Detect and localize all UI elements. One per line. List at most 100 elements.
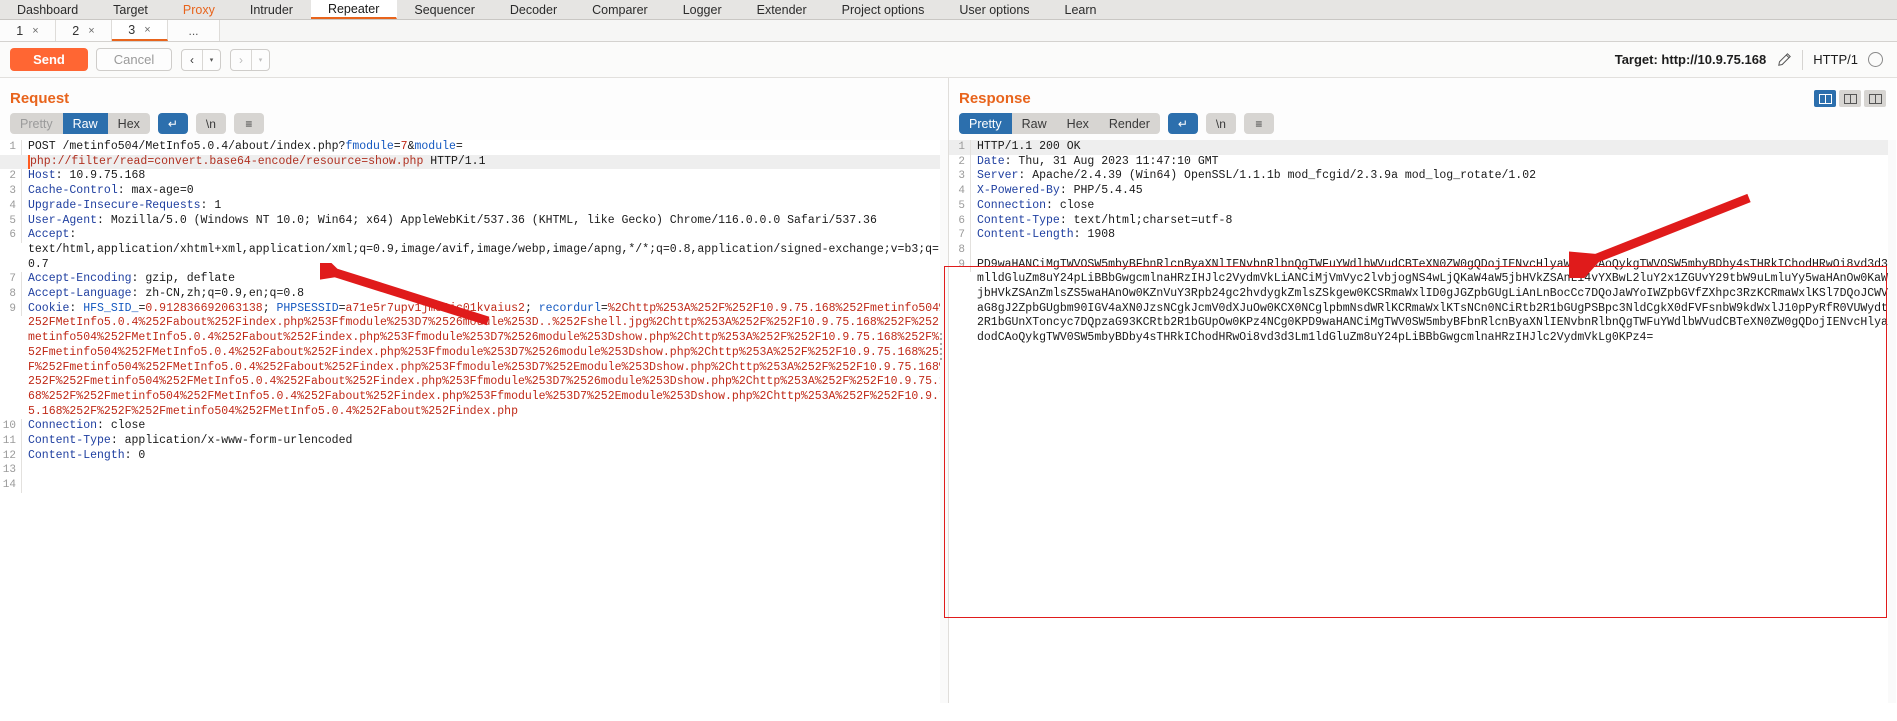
- request-line[interactable]: 12 Content-Length: 0: [0, 448, 948, 464]
- request-line[interactable]: 11 Content-Type: application/x-www-form-u…: [0, 434, 948, 449]
- request-view-tab-hex[interactable]: Hex: [107, 113, 150, 134]
- response-view-tab-hex[interactable]: Hex: [1056, 113, 1099, 134]
- repeater-tab-1[interactable]: 1 ×: [0, 20, 56, 41]
- newline-icon[interactable]: \n: [195, 113, 226, 134]
- request-line[interactable]: 10 Connection: close: [0, 419, 948, 435]
- request-line[interactable]: 9 Cookie: HFS_SID_ = 0.912836692063138; PHP…: [0, 301, 948, 420]
- request-line[interactable]: 5 User-Agent: Mozilla/5.0 (Windows NT 10.…: [0, 213, 948, 229]
- request-view-tab-pretty[interactable]: Pretty: [10, 113, 63, 134]
- response-view-tab-render[interactable]: Render: [1098, 113, 1160, 134]
- code-token: POST /metinfo504/MetInfo5.0.4/about/inde…: [28, 140, 346, 153]
- main-tab-target[interactable]: Target: [96, 0, 166, 19]
- main-tab-decoder[interactable]: Decoder: [493, 0, 575, 19]
- go-back-split-button[interactable]: ‹ ▾: [181, 48, 221, 71]
- response-line[interactable]: 2 Date: Thu, 31 Aug 2023 11:47:10 GMT: [949, 154, 1896, 170]
- repeater-tab-label: 2: [72, 23, 80, 38]
- code-token: PD9waHANCiMgTWVOSW5mbyBFbnRlcnByaXNlIENv…: [977, 257, 1895, 345]
- line-number: 3: [0, 184, 22, 199]
- repeater-tab-overflow-button[interactable]: ...: [168, 20, 220, 41]
- menu-icon[interactable]: ≡: [1243, 113, 1274, 134]
- main-tab-comparer[interactable]: Comparer: [575, 0, 666, 19]
- main-tab-user-options[interactable]: User options: [942, 0, 1047, 19]
- response-line-text: Server: Apache/2.4.39 (Win64) OpenSSL/1.…: [977, 169, 1896, 184]
- response-line[interactable]: 7 Content-Length: 1908: [949, 228, 1896, 243]
- forward-arrow-icon[interactable]: ›: [231, 49, 252, 70]
- repeater-tab-2[interactable]: 2 ×: [56, 20, 112, 41]
- request-line[interactable]: 3 Cache-Control: max-age=0: [0, 184, 948, 199]
- back-arrow-icon[interactable]: ‹: [182, 49, 203, 70]
- main-tab-label: Proxy: [182, 2, 215, 17]
- close-icon[interactable]: ×: [88, 25, 94, 37]
- pencil-icon[interactable]: [1776, 52, 1792, 68]
- close-icon[interactable]: ×: [144, 24, 150, 36]
- go-forward-split-button[interactable]: › ▾: [230, 48, 270, 71]
- word-wrap-icon[interactable]: ↵: [1167, 113, 1198, 134]
- main-tab-logger[interactable]: Logger: [666, 0, 740, 19]
- main-tab-extender[interactable]: Extender: [740, 0, 825, 19]
- response-editor[interactable]: 1 HTTP/1.1 200 OK 2 Date: Thu, 31 Aug 2023 …: [949, 140, 1896, 703]
- response-view-tab-raw[interactable]: Raw: [1011, 113, 1057, 134]
- request-line[interactable]: 14: [0, 478, 948, 493]
- response-line[interactable]: 9 PD9waHANCiMgTWVOSW5mbyBFbnRlcnByaXNlIEN…: [949, 257, 1896, 346]
- send-button[interactable]: Send: [10, 48, 88, 71]
- response-scrollbar[interactable]: [1888, 140, 1896, 703]
- newline-icon[interactable]: \n: [1205, 113, 1236, 134]
- main-tab-sequencer[interactable]: Sequencer: [397, 0, 492, 19]
- cancel-button[interactable]: Cancel: [96, 48, 172, 71]
- response-view-tab-pretty[interactable]: Pretty: [959, 113, 1012, 134]
- repeater-tab-3[interactable]: 3 ×: [112, 20, 168, 41]
- close-icon[interactable]: ×: [32, 25, 38, 37]
- request-line[interactable]: 8 Accept-Language: zh-CN,zh;q=0.9,en;q=0.…: [0, 287, 948, 302]
- request-line[interactable]: 1 POST /metinfo504/MetInfo5.0.4/about/ind…: [0, 140, 948, 155]
- repeater-tab-label: 1: [16, 23, 24, 38]
- request-line[interactable]: 13: [0, 463, 948, 479]
- split-horizontal-view-button[interactable]: [1839, 90, 1861, 107]
- request-line-text: Cache-Control: max-age=0: [28, 184, 948, 199]
- line-number: 1: [0, 140, 22, 155]
- main-tab-repeater[interactable]: Repeater: [310, 0, 398, 19]
- response-pane: Response Pretty Raw Hex Render ↵ \n ≡ 1 HTTP/1…: [940, 78, 1896, 703]
- request-line-text: Accept-Language: zh-CN,zh;q=0.9,en;q=0.8: [28, 287, 948, 302]
- request-line[interactable]: 7 Accept-Encoding: gzip, deflate: [0, 272, 948, 288]
- request-scrollbar[interactable]: [940, 140, 948, 703]
- request-line[interactable]: 6 Accept: text/html,application/xhtml+xml…: [0, 228, 948, 272]
- response-line[interactable]: 3 Server: Apache/2.4.39 (Win64) OpenSSL/1…: [949, 169, 1896, 185]
- request-line-text: POST /metinfo504/MetInfo5.0.4/about/inde…: [28, 140, 948, 155]
- request-line[interactable]: 2 Host: 10.9.75.168: [0, 169, 948, 185]
- back-dropdown-chevron-down-icon[interactable]: ▾: [203, 50, 220, 70]
- code-token: PHPSESSID: [276, 301, 339, 315]
- menu-icon[interactable]: ≡: [233, 113, 264, 134]
- line-number: 4: [949, 184, 971, 199]
- main-tab-label: Extender: [756, 2, 807, 17]
- response-line[interactable]: 4 X-Powered-By: PHP/5.4.45: [949, 184, 1896, 199]
- response-line[interactable]: 8: [949, 242, 1896, 258]
- response-line[interactable]: 5 Connection: close: [949, 198, 1896, 214]
- main-tab-learn[interactable]: Learn: [1048, 0, 1115, 19]
- request-view-mode-segmented[interactable]: Pretty Raw Hex: [10, 113, 150, 134]
- request-line-text: Accept: text/html,application/xhtml+xml,…: [28, 228, 948, 272]
- split-vertical-view-button[interactable]: [1814, 90, 1836, 107]
- request-editor[interactable]: 1 POST /metinfo504/MetInfo5.0.4/about/ind…: [0, 140, 948, 703]
- main-tab-dashboard[interactable]: Dashboard: [0, 0, 96, 19]
- pane-drag-handle[interactable]: [940, 333, 945, 360]
- single-view-button[interactable]: [1864, 90, 1886, 107]
- help-circle-icon[interactable]: [1868, 52, 1883, 67]
- main-tab-project-options[interactable]: Project options: [825, 0, 943, 19]
- response-view-mode-segmented[interactable]: Pretty Raw Hex Render: [959, 113, 1160, 134]
- code-token: =: [338, 301, 346, 315]
- line-number: 2: [949, 154, 971, 170]
- main-tab-intruder[interactable]: Intruder: [233, 0, 311, 19]
- response-line[interactable]: 6 Content-Type: text/html;charset=utf-8: [949, 213, 1896, 229]
- line-number: 1: [949, 140, 971, 155]
- response-line[interactable]: 1 HTTP/1.1 200 OK: [949, 140, 1896, 155]
- code-token: : zh-CN,zh;q=0.9,en;q=0.8: [131, 287, 305, 301]
- word-wrap-icon[interactable]: ↵: [157, 113, 188, 134]
- request-line[interactable]: 4 Upgrade-Insecure-Requests: 1: [0, 198, 948, 214]
- forward-dropdown-chevron-down-icon[interactable]: ▾: [252, 50, 269, 70]
- code-token: :: [69, 301, 84, 315]
- request-line[interactable]: php://filter/read=convert.base64-encode/…: [0, 154, 948, 170]
- request-view-tab-raw[interactable]: Raw: [62, 113, 108, 134]
- request-line-text: php://filter/read=convert.base64-encode/…: [30, 155, 948, 170]
- line-number: 5: [0, 213, 22, 229]
- main-tab-proxy[interactable]: Proxy: [166, 0, 233, 19]
